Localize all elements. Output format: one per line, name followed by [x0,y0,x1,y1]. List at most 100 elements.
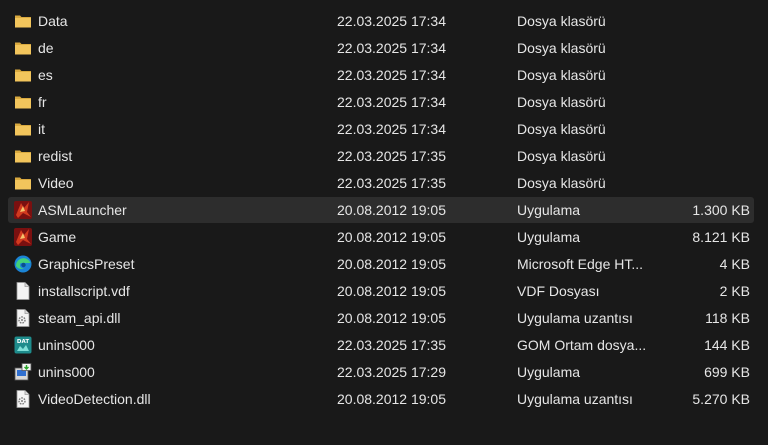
file-size [658,116,750,142]
file-row[interactable]: it 22.03.2025 17:34 Dosya klasörü [8,116,754,142]
file-icon-cell [13,35,35,61]
file-row[interactable]: Video 22.03.2025 17:35 Dosya klasörü [8,170,754,196]
file-type: GOM Ortam dosya... [517,337,647,353]
file-row[interactable]: installscript.vdf 20.08.2012 19:05 VDF Dos… [8,278,754,304]
file-date-modified: 22.03.2025 17:29 [337,364,446,380]
file-name: it [38,121,45,137]
document-icon [13,281,33,301]
file-row[interactable]: GraphicsPreset 20.08.2012 19:05 Microsoft … [8,251,754,277]
file-size [658,143,750,169]
installer-icon [13,362,33,382]
file-name: de [38,40,54,56]
file-icon-cell [13,197,35,223]
file-icon-cell [13,116,35,142]
file-size: 118 KB [705,310,750,326]
dll-icon [13,308,33,328]
file-date-modified: 20.08.2012 19:05 [337,283,446,299]
file-date-modified: 20.08.2012 19:05 [337,229,446,245]
file-size: 4 KB [719,256,750,272]
file-size: 699 KB [704,364,750,380]
file-name: steam_api.dll [38,310,121,326]
file-type: Dosya klasörü [517,148,606,164]
file-row[interactable]: es 22.03.2025 17:34 Dosya klasörü [8,62,754,88]
folder-icon [13,92,33,112]
file-date-modified: 20.08.2012 19:05 [337,202,446,218]
file-name: VideoDetection.dll [38,391,151,407]
file-icon-cell [13,278,35,304]
folder-icon [13,65,33,85]
file-row[interactable]: Game 20.08.2012 19:05 Uygulama 8.121 KB [8,224,754,250]
file-row[interactable]: fr 22.03.2025 17:34 Dosya klasörü [8,89,754,115]
file-size: 144 KB [704,337,750,353]
file-name: Data [38,13,68,29]
file-type: VDF Dosyası [517,283,600,299]
file-date-modified: 22.03.2025 17:34 [337,40,446,56]
file-name: Game [38,229,77,245]
file-date-modified: 22.03.2025 17:35 [337,175,446,191]
file-size: 2 KB [719,283,750,299]
file-type: Dosya klasörü [517,67,606,83]
file-icon-cell [13,359,35,385]
file-type: Microsoft Edge HT... [517,256,644,272]
file-row[interactable]: de 22.03.2025 17:34 Dosya klasörü [8,35,754,61]
svg-text:DAT: DAT [17,339,29,345]
file-type: Uygulama [517,202,581,218]
file-type: Dosya klasörü [517,40,606,56]
file-row[interactable]: DAT unins000 22.03.2025 17:35 GOM Ortam dos… [8,332,754,358]
file-row[interactable]: redist 22.03.2025 17:35 Dosya klasörü [8,143,754,169]
file-name: redist [38,148,73,164]
file-list: Data 22.03.2025 17:34 Dosya klasörü de 22.03… [0,0,768,445]
file-icon-cell [13,251,35,277]
folder-icon [13,38,33,58]
edge-icon [13,254,33,274]
file-name: ASMLauncher [38,202,127,218]
file-size [658,170,750,196]
file-type: Dosya klasörü [517,175,606,191]
file-size: 8.121 KB [692,229,750,245]
file-date-modified: 20.08.2012 19:05 [337,310,446,326]
file-date-modified: 20.08.2012 19:05 [337,391,446,407]
file-row[interactable]: unins000 22.03.2025 17:29 Uygulama 699 KB [8,359,754,385]
file-icon-cell [13,386,35,412]
game-app-icon [13,200,33,220]
file-row[interactable]: ASMLauncher 20.08.2012 19:05 Uygulama 1.300… [8,197,754,223]
file-type: Uygulama uzantısı [517,310,633,326]
file-size [658,89,750,115]
file-type: Dosya klasörü [517,13,606,29]
file-row[interactable]: steam_api.dll 20.08.2012 19:05 Uygulama uz… [8,305,754,331]
file-icon-cell [13,62,35,88]
file-name: unins000 [38,364,95,380]
file-type: Uygulama [517,364,581,380]
file-row[interactable]: Data 22.03.2025 17:34 Dosya klasörü [8,8,754,34]
file-date-modified: 22.03.2025 17:35 [337,148,446,164]
file-icon-cell [13,170,35,196]
file-date-modified: 22.03.2025 17:34 [337,67,446,83]
file-name: es [38,67,53,83]
file-name: installscript.vdf [38,283,130,299]
file-icon-cell [13,8,35,34]
file-name: unins000 [38,337,95,353]
file-size [658,35,750,61]
file-size [658,62,750,88]
file-icon-cell [13,89,35,115]
file-type: Uygulama [517,229,581,245]
file-icon-cell [13,143,35,169]
file-name: Video [38,175,74,191]
file-icon-cell: DAT [13,332,35,358]
file-type: Uygulama uzantısı [517,391,633,407]
file-date-modified: 20.08.2012 19:05 [337,256,446,272]
file-date-modified: 22.03.2025 17:34 [337,121,446,137]
file-icon-cell [13,305,35,331]
file-size [658,8,750,34]
folder-icon [13,11,33,31]
file-row[interactable]: VideoDetection.dll 20.08.2012 19:05 Uygula… [8,386,754,412]
file-date-modified: 22.03.2025 17:34 [337,13,446,29]
file-name: GraphicsPreset [38,256,135,272]
file-icon-cell [13,224,35,250]
file-type: Dosya klasörü [517,94,606,110]
file-name: fr [38,94,47,110]
file-size: 1.300 KB [692,202,750,218]
file-date-modified: 22.03.2025 17:34 [337,94,446,110]
folder-icon [13,173,33,193]
game-app-icon [13,227,33,247]
